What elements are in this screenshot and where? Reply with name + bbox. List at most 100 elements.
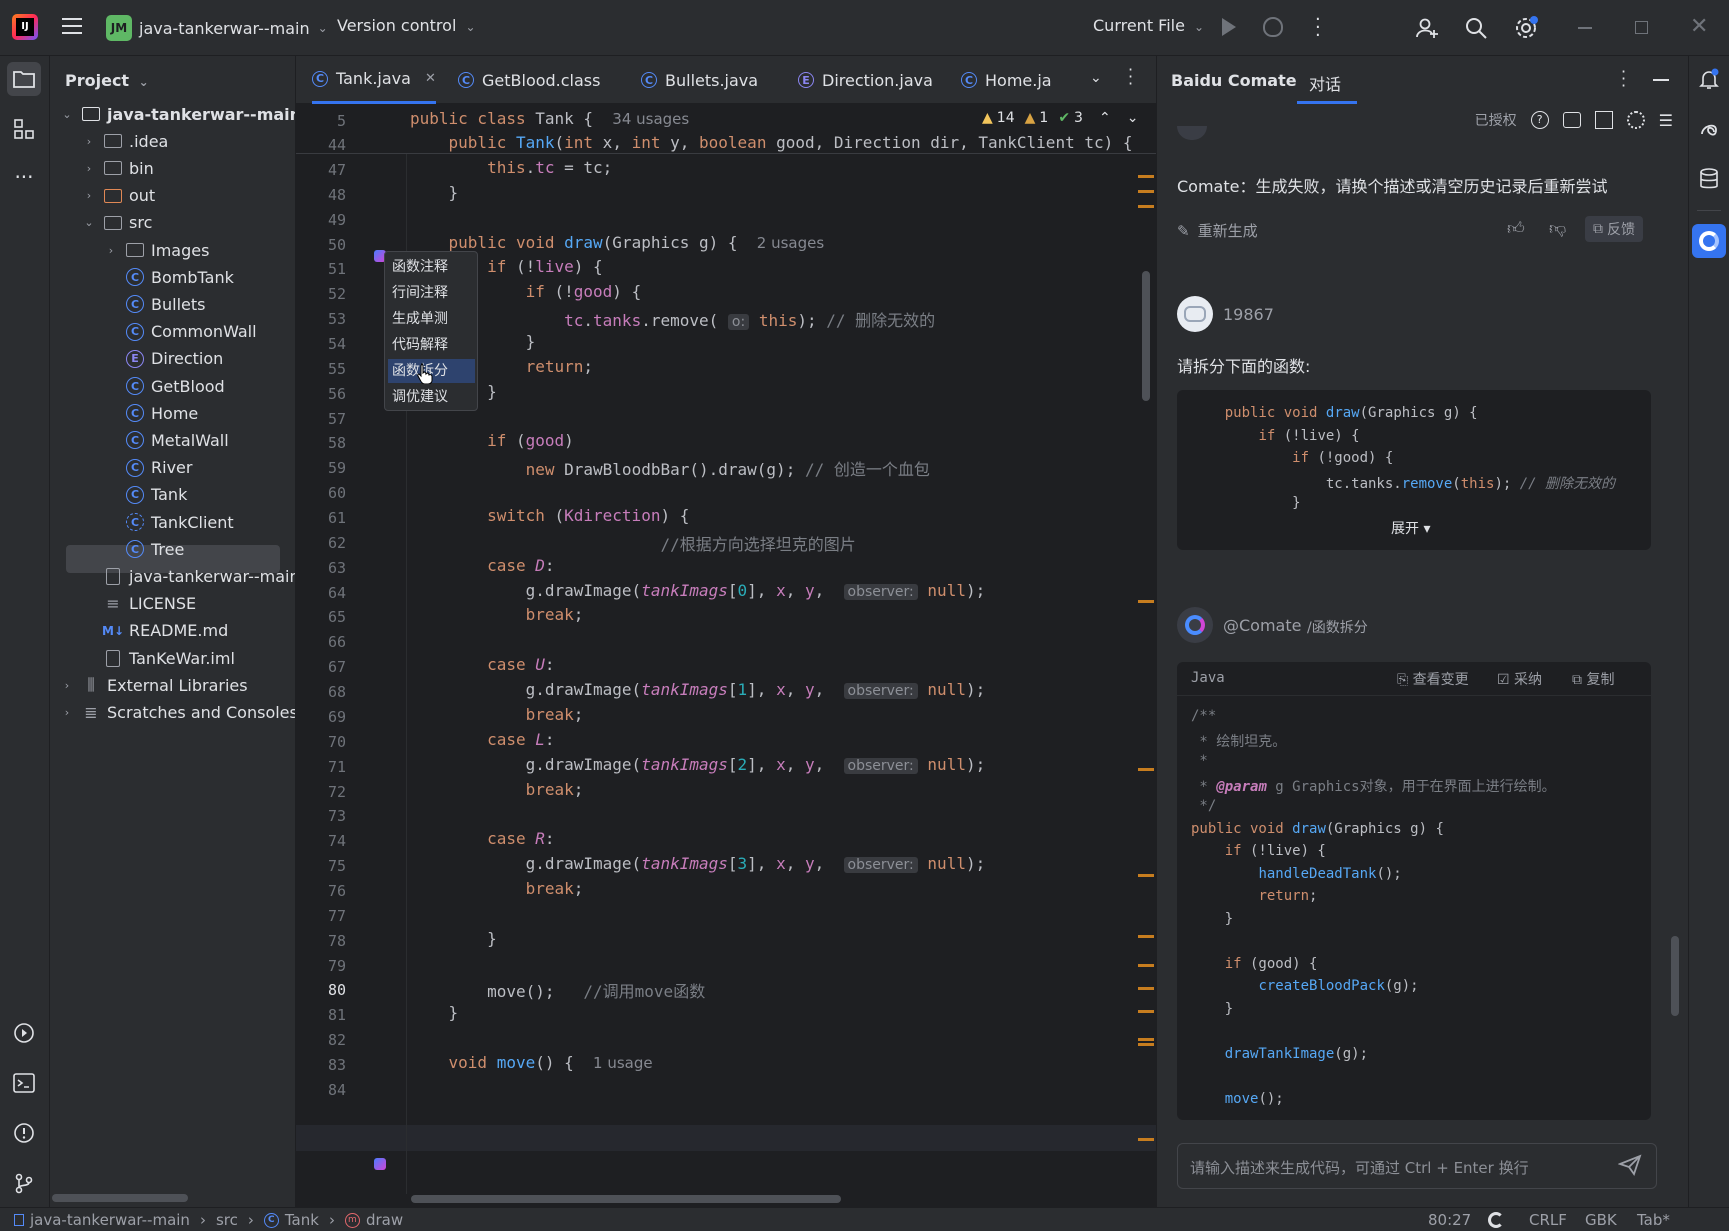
code-line[interactable]: g.drawImage(tankImags[3], x, y, observer…	[410, 854, 985, 874]
tree-item-commonwall[interactable]: C CommonWall	[104, 318, 257, 346]
warning-stripe-marker[interactable]	[1138, 600, 1154, 603]
problems-icon[interactable]	[7, 1116, 41, 1150]
project-widget[interactable]: JM java-tankerwar--main ⌄	[106, 14, 328, 42]
chevron-down-icon[interactable]: ⌄	[60, 108, 74, 121]
database-icon[interactable]	[1692, 162, 1726, 196]
tabs-more-icon[interactable]: · · ·	[1128, 62, 1133, 92]
more-vertical-icon[interactable]: · · ·	[1315, 11, 1321, 45]
chevron-right-icon[interactable]: ›	[82, 162, 96, 175]
editor-horizontal-scrollbar[interactable]	[411, 1195, 841, 1203]
tree-item-src[interactable]: ⌄ src	[82, 209, 152, 237]
popup-item[interactable]: 调优建议	[388, 385, 475, 409]
main-menu-icon[interactable]	[62, 18, 82, 36]
tree-item-bullets[interactable]: C Bullets	[104, 290, 205, 318]
tree-item-java-tankerwar-main[interactable]: java-tankerwar--main.	[82, 562, 295, 590]
chevron-down-icon[interactable]: ⌄	[82, 216, 96, 229]
code-line[interactable]: break;	[410, 705, 584, 724]
breadcrumb-src[interactable]: src	[216, 1211, 238, 1229]
tab-direction-java[interactable]: E Direction.java	[798, 56, 933, 104]
comate-status-icon[interactable]	[1488, 1212, 1504, 1228]
chevron-right-icon[interactable]: ›	[60, 679, 74, 692]
previous-highlight-icon[interactable]: ⌃	[1099, 110, 1111, 126]
warning-stripe-marker[interactable]	[1138, 190, 1154, 193]
tree-item-getblood[interactable]: C GetBlood	[104, 372, 225, 400]
next-highlight-icon[interactable]: ⌄	[1127, 110, 1139, 126]
tree-item-direction[interactable]: E Direction	[104, 345, 223, 373]
tabs-dropdown-icon[interactable]: ⌄	[1090, 70, 1102, 86]
prompt-input-box[interactable]: 请输入描述来生成代码，可通过 Ctrl + Enter 换行	[1177, 1143, 1657, 1189]
services-icon[interactable]	[7, 1016, 41, 1050]
feedback-button[interactable]: ⧉ 反馈	[1585, 216, 1643, 242]
close-icon[interactable]: ✕	[425, 71, 436, 86]
ai-assistant-icon[interactable]	[1692, 112, 1726, 146]
indent-setting[interactable]: Tab*	[1637, 1211, 1670, 1229]
tree-item-tankewar-iml[interactable]: TanKeWar.iml	[82, 644, 235, 672]
code-line[interactable]: public Tank(int x, int y, boolean good, …	[410, 133, 1133, 152]
tree-item-license[interactable]: ≡ LICENSE	[82, 590, 196, 618]
code-line[interactable]: }	[410, 929, 497, 948]
inspections-widget[interactable]: ▲ 14 ▲ 1 ✔ 3 ⌃ ⌄	[982, 110, 1138, 126]
search-icon[interactable]	[1464, 16, 1488, 40]
caret-position[interactable]: 80:27	[1428, 1211, 1471, 1229]
chevron-right-icon[interactable]: ›	[82, 189, 96, 202]
comate-scrollbar[interactable]	[1671, 936, 1679, 1016]
warning-stripe-marker[interactable]	[1138, 175, 1154, 178]
code-line[interactable]: break;	[410, 780, 584, 799]
tab-getblood-class[interactable]: C GetBlood.class	[458, 56, 600, 104]
view-changes-button[interactable]: ⎘ 查看变更	[1397, 669, 1469, 689]
tree-item-scratches-and-consoles[interactable]: › ≣ Scratches and Consoles	[60, 698, 295, 726]
accept-button[interactable]: ☑ 采纳	[1497, 669, 1542, 689]
warning-stripe-marker[interactable]	[1138, 964, 1154, 967]
chat-user-icon[interactable]	[1562, 112, 1581, 128]
copy-button[interactable]: ⧉ 复制	[1572, 669, 1614, 689]
code-line[interactable]: g.drawImage(tankImags[1], x, y, observer…	[410, 680, 985, 700]
clear-history-icon[interactable]: ☰	[1659, 111, 1673, 130]
chevron-right-icon[interactable]: ›	[82, 135, 96, 148]
horizontal-scrollbar[interactable]	[52, 1194, 188, 1202]
tab-home-ja[interactable]: C Home.ja	[961, 56, 1052, 104]
editor-vertical-scrollbar[interactable]	[1142, 271, 1150, 401]
tree-item-idea[interactable]: › .idea	[82, 127, 169, 155]
popup-item[interactable]: 函数注释	[388, 255, 475, 279]
run-configuration-select[interactable]: Current File ⌄	[1093, 16, 1204, 35]
minimize-panel-icon[interactable]	[1653, 79, 1669, 81]
code-line[interactable]: switch (Kdirection) {	[410, 506, 689, 525]
version-control-menu[interactable]: Version control ⌄	[337, 16, 476, 35]
warning-stripe-marker[interactable]	[1138, 1138, 1154, 1141]
warning-stripe-marker[interactable]	[1138, 874, 1154, 877]
popup-item[interactable]: 代码解释	[388, 333, 475, 357]
code-line[interactable]: }	[410, 183, 459, 202]
code-line[interactable]: break;	[410, 605, 584, 624]
add-user-icon[interactable]	[1415, 16, 1439, 40]
code-line[interactable]: void move() { 1 usage	[410, 1053, 653, 1072]
project-panel-header[interactable]: Project ⌄	[65, 71, 149, 90]
help-icon[interactable]: ?	[1530, 111, 1549, 129]
git-icon[interactable]	[7, 1166, 41, 1200]
thumbs-down-icon[interactable]: 👎︎	[1549, 218, 1566, 239]
tree-item-java-tankerwar-main[interactable]: ⌄ java-tankerwar--main	[60, 100, 295, 128]
warning-stripe-marker[interactable]	[1138, 1043, 1154, 1046]
code-line[interactable]: public class Tank { 34 usages	[410, 109, 689, 128]
terminal-icon[interactable]	[7, 1066, 41, 1100]
more-tools-icon[interactable]: ···	[7, 160, 41, 194]
tab-dialog[interactable]: 对话	[1297, 56, 1357, 104]
tree-item-readme-md[interactable]: M↓ README.md	[82, 617, 228, 645]
thumbs-up-icon[interactable]: 👍︎	[1507, 218, 1525, 239]
chevron-right-icon[interactable]: ›	[60, 706, 74, 719]
code-line[interactable]: case R:	[410, 829, 554, 848]
line-separator[interactable]: CRLF	[1529, 1211, 1567, 1229]
code-line[interactable]: case L:	[410, 730, 554, 749]
tree-item-external-libraries[interactable]: › ⫼ External Libraries	[60, 671, 248, 699]
warning-stripe-marker[interactable]	[1138, 935, 1154, 938]
warning-stripe-marker[interactable]	[1138, 768, 1154, 771]
structure-icon[interactable]	[7, 112, 41, 146]
code-line[interactable]: //根据方向选择坦克的图片	[410, 531, 855, 555]
comate-gutter-icon[interactable]	[374, 1158, 386, 1170]
close-button[interactable]: ✕	[1690, 14, 1708, 39]
tree-item-bombtank[interactable]: C BombTank	[104, 263, 234, 291]
comate-tool-icon[interactable]	[1692, 224, 1726, 258]
regenerate-button[interactable]: ✎ 重新生成	[1177, 220, 1258, 241]
code-line[interactable]: break;	[410, 879, 584, 898]
breadcrumb-project[interactable]: java-tankerwar--main	[30, 1211, 190, 1229]
maximize-button[interactable]	[1635, 21, 1648, 34]
